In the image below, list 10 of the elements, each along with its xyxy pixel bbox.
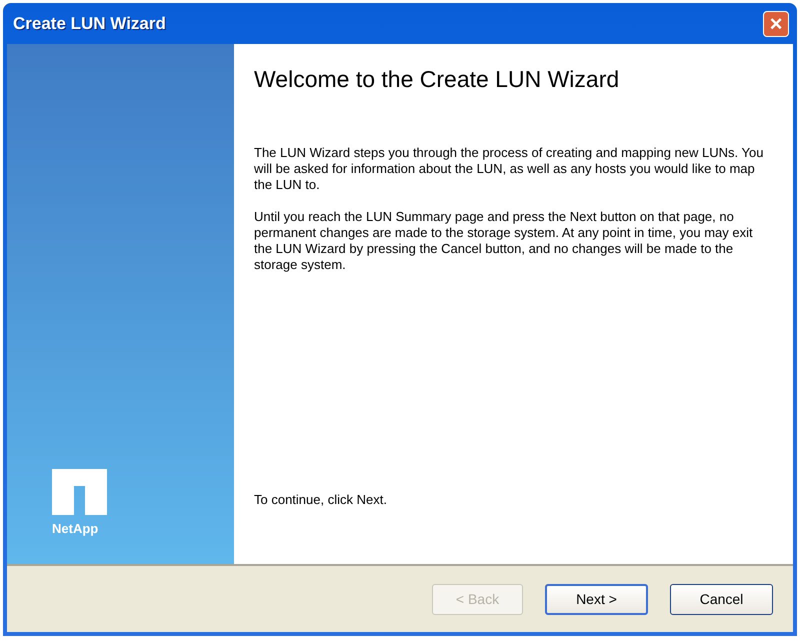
window-title: Create LUN Wizard xyxy=(13,14,166,34)
intro-paragraph: The LUN Wizard steps you through the process of creating and mapping new LUNs. You will be asked for information about the LUN, as well as any hosts you would like to map the LUN to. xyxy=(254,145,764,193)
logo-text: NetApp xyxy=(52,521,100,536)
wizard-button[interactable]: Next > xyxy=(545,584,648,614)
close-button[interactable]: × xyxy=(763,10,789,36)
wizard-button[interactable]: Cancel xyxy=(670,584,773,614)
continue-hint: To continue, click Next. xyxy=(254,492,388,507)
logo-icon xyxy=(52,469,107,515)
intro-paragraph: Until you reach the LUN Summary page and press the Next button on that page, no permanent changes are made to the storage system. At any point in time, you may exit the LUN Wizard by pressing the Cancel button, and no changes will be made to the storage system. xyxy=(254,209,754,273)
wizard-heading: Welcome to the Create LUN Wizard xyxy=(254,66,620,93)
